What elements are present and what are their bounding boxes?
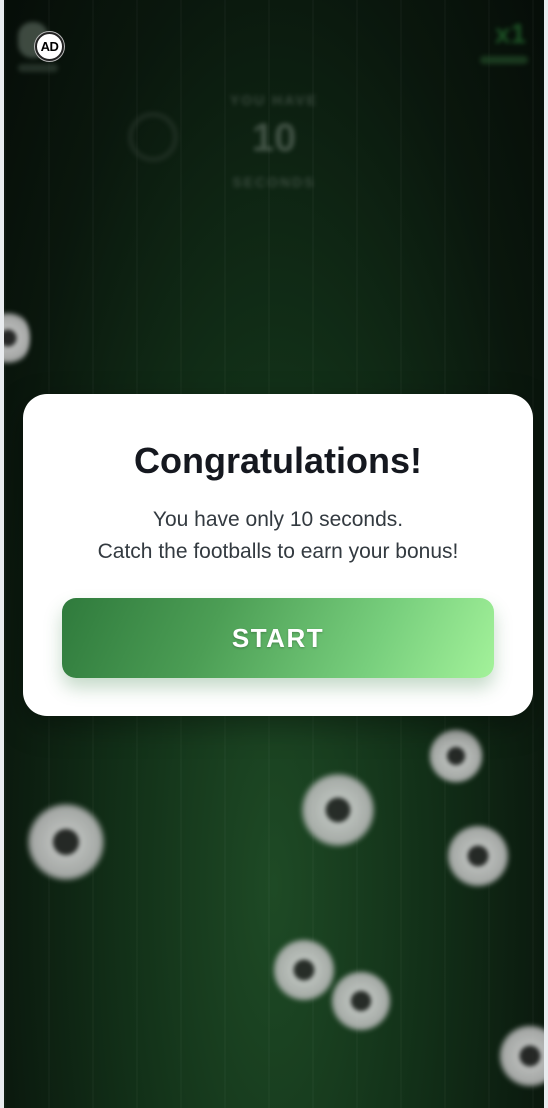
football-icon[interactable] bbox=[26, 802, 106, 882]
multiplier-label: x1 bbox=[494, 18, 526, 49]
start-modal: Congratulations! You have only 10 second… bbox=[23, 394, 533, 716]
football-icon[interactable] bbox=[272, 938, 336, 1002]
timer-seconds: 10 bbox=[251, 116, 297, 160]
timer-caption-bottom: SECONDS bbox=[232, 174, 316, 190]
game-screen: x1 YOU HAVE 10 SECONDS Congratulations! … bbox=[4, 0, 544, 1108]
game-hud: x1 YOU HAVE 10 SECONDS bbox=[4, 0, 544, 230]
football-icon[interactable] bbox=[4, 308, 30, 368]
timer-caption-top: YOU HAVE bbox=[229, 92, 319, 108]
modal-title: Congratulations! bbox=[134, 440, 422, 481]
football-icon[interactable] bbox=[498, 1024, 544, 1088]
avatar-label bbox=[18, 64, 58, 72]
football-icon[interactable] bbox=[428, 728, 484, 784]
ad-badge[interactable]: AD bbox=[35, 32, 64, 61]
football-icon[interactable] bbox=[446, 824, 510, 888]
multiplier-caption bbox=[480, 56, 528, 64]
modal-description-line1: You have only 10 seconds. bbox=[152, 508, 404, 531]
football-icon[interactable] bbox=[330, 970, 392, 1032]
modal-description-line2: Catch the footballs to earn your bonus! bbox=[97, 540, 459, 563]
football-icon[interactable] bbox=[300, 772, 376, 848]
start-button[interactable]: START bbox=[62, 598, 494, 678]
